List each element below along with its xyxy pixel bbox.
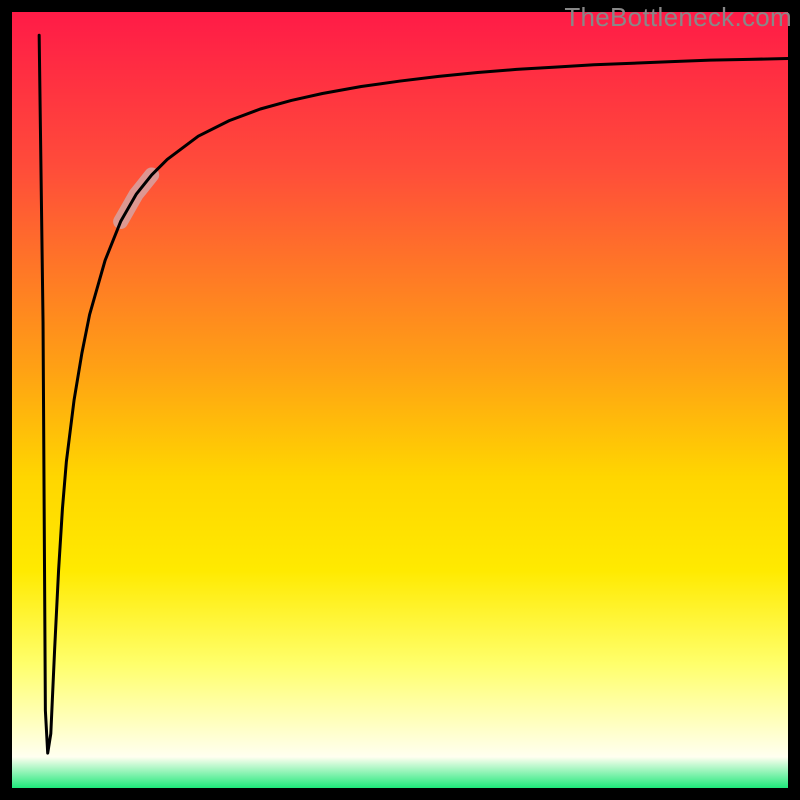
source-watermark: TheBottleneck.com (564, 2, 792, 33)
gradient-background (12, 12, 788, 788)
bottleneck-chart (0, 0, 800, 800)
chart-container: TheBottleneck.com (0, 0, 800, 800)
plot-area (6, 6, 794, 794)
